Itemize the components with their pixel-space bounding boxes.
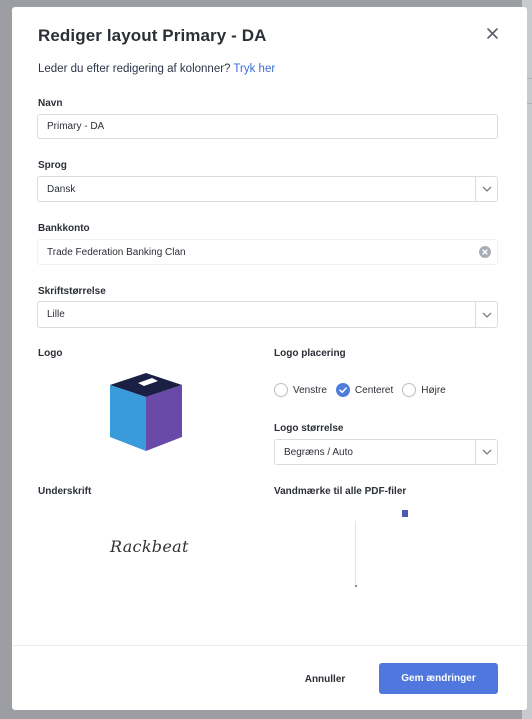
logo-size-select[interactable]: Begræns / Auto [274,439,498,465]
logo-label: Logo [38,348,63,359]
footer-divider [12,645,527,646]
close-icon[interactable] [484,25,502,43]
hint-text: Leder du efter redigering af kolonner? [38,63,234,75]
watermark-label: Vandmærke til alle PDF-filer [274,486,407,497]
logo-placement-radio-group: Venstre Centeret Højre [274,383,455,397]
font-size-value: Lille [47,309,65,320]
columns-hint: Leder du efter redigering af kolonner? T… [38,63,275,75]
radio-label: Højre [421,384,446,396]
radio-label: Centeret [354,384,394,396]
font-size-select[interactable]: Lille [37,301,498,328]
logo-size-value: Begræns / Auto [284,446,353,458]
cancel-button[interactable]: Annuller [292,670,358,688]
radio-left[interactable]: Venstre [274,383,327,397]
radio-label: Venstre [293,384,327,396]
radio-right[interactable]: Højre [402,383,446,397]
logo-size-label: Logo størrelse [274,423,344,434]
name-value: Primary - DA [47,121,105,132]
name-label: Navn [38,98,63,109]
edit-layout-dialog: Rediger layout Primary - DA Leder du eft… [12,7,527,710]
bank-account-value: Trade Federation Banking Clan [47,246,186,258]
save-button[interactable]: Gem ændringer [379,663,498,694]
font-size-label: Skriftstørrelse [38,286,106,297]
logo-placement-label: Logo placering [274,348,346,359]
chevron-down-icon[interactable] [475,440,497,464]
signature-label: Underskrift [38,486,92,497]
signature-image[interactable]: Rackbeat [110,537,189,556]
radio-button-icon[interactable] [402,383,417,397]
bank-account-select[interactable]: Trade Federation Banking Clan [37,239,498,265]
logo-image[interactable] [108,371,184,453]
name-input[interactable]: Primary - DA [37,114,498,139]
clear-icon[interactable] [479,246,491,258]
language-select[interactable]: Dansk [37,176,498,202]
radio-checked-icon[interactable] [335,383,350,397]
chevron-down-icon[interactable] [475,177,497,201]
radio-button-icon[interactable] [274,383,288,397]
radio-center[interactable]: Centeret [335,383,394,397]
bank-account-label: Bankkonto [38,223,90,234]
hint-link[interactable]: Tryk her [233,63,275,75]
dialog-title: Rediger layout Primary - DA [38,26,267,45]
watermark-image[interactable] [352,507,412,591]
language-label: Sprog [38,160,67,171]
chevron-down-icon[interactable] [475,302,497,327]
language-value: Dansk [47,183,76,195]
